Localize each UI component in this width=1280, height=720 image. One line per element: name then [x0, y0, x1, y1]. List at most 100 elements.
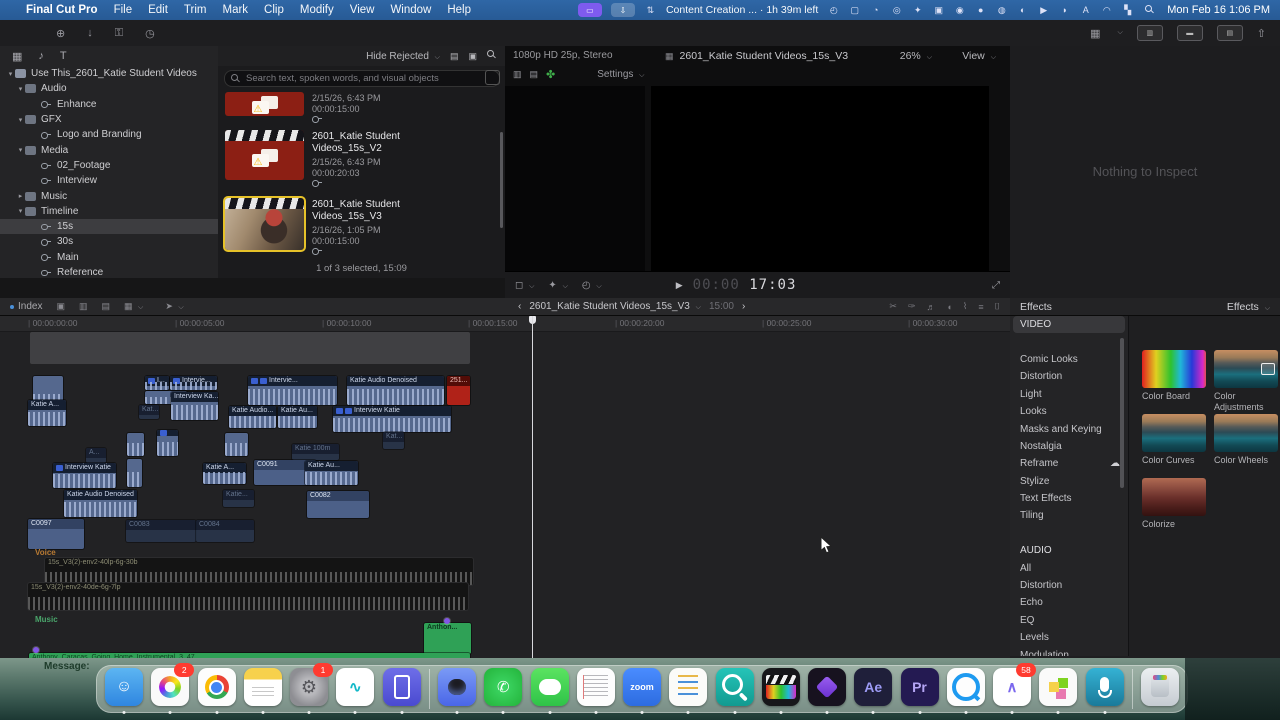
download-icon[interactable]: ↓ — [87, 27, 93, 40]
effects-category-audio[interactable]: AUDIO — [1010, 542, 1128, 559]
dock-app-zoom[interactable]: zoom — [623, 667, 661, 714]
play-button[interactable]: ▶ — [676, 280, 683, 291]
timeline-clip[interactable]: C0082 — [307, 491, 369, 518]
timeline-clip[interactable] — [127, 459, 142, 487]
sidebar-item-interview[interactable]: Interview — [0, 173, 218, 188]
clip-thumbnail[interactable]: ⚠ — [225, 92, 304, 116]
timeline-clip[interactable]: 15s_V3(2)-env2-40de-6g-7lp — [28, 583, 468, 610]
sidebar-item-30s[interactable]: 30s — [0, 234, 218, 249]
stickies-icon[interactable] — [1039, 668, 1078, 706]
freeform-icon[interactable]: ∿ — [336, 668, 375, 706]
dock-app-photos[interactable]: 2 — [151, 663, 195, 714]
menu-mark[interactable]: Mark — [222, 4, 248, 16]
effect-thumbnail[interactable] — [1142, 350, 1206, 388]
status-icon-3[interactable]: ◔ — [869, 4, 882, 17]
effects-category-tiling[interactable]: Tiling — [1010, 507, 1128, 524]
timeline-clip[interactable] — [157, 430, 178, 456]
crop-tool-icon[interactable]: ◻ ⌵ — [515, 280, 534, 291]
chrome-icon[interactable] — [197, 668, 236, 706]
keyword-editor-icon[interactable]: ⚿ — [115, 27, 123, 40]
browser-clip-selected[interactable]: 2601_Katie Student Videos_15s_V3 2/16/26,… — [223, 196, 462, 258]
disclosure-icon[interactable]: ▾ — [16, 146, 25, 154]
inspector-toggle-icon[interactable]: ▤ — [1216, 25, 1243, 41]
timeline-clip[interactable]: Interview Katie — [333, 406, 451, 432]
final-cut-pro-icon[interactable] — [761, 668, 800, 706]
search-app-icon[interactable] — [715, 668, 754, 706]
effect-item-color-wheels[interactable]: Color Wheels — [1214, 414, 1278, 466]
menu-window[interactable]: Window — [390, 4, 431, 16]
timeline-clip[interactable]: Katie Audio Denoised — [64, 490, 137, 517]
whatsapp-icon[interactable]: ✆ — [484, 668, 523, 706]
disclosure-icon[interactable]: ▾ — [16, 85, 25, 93]
effects-category-light[interactable]: Light — [1010, 386, 1128, 403]
dock-app-voice-recorder[interactable] — [1085, 667, 1124, 714]
dock-app-textedit[interactable] — [576, 667, 615, 714]
dock-app-final-cut-pro[interactable] — [761, 667, 800, 714]
connect-edit-icon[interactable]: ▣ — [56, 301, 65, 312]
notes-icon[interactable] — [243, 668, 282, 706]
share-icon[interactable]: ⇧ — [1257, 27, 1266, 40]
dock-app-finder[interactable]: ☺ — [105, 667, 143, 714]
status-icon-4[interactable]: ◎ — [890, 4, 903, 17]
sidebar-item-15s[interactable]: 15s — [0, 218, 218, 235]
dock-app-premiere-pro[interactable]: Pr — [900, 667, 939, 714]
timeline-clip[interactable]: Katie Audio... — [229, 406, 276, 428]
planner-icon[interactable] — [669, 668, 708, 706]
effect-item-colorize[interactable]: Colorize — [1142, 478, 1206, 530]
status-icon-2[interactable]: ▢ — [848, 4, 861, 17]
effect-item-color-curves[interactable]: Color Curves — [1142, 414, 1206, 466]
status-icon-12[interactable]: ◗ — [1058, 4, 1071, 17]
timeline-clip[interactable]: Katie Au... — [305, 461, 358, 485]
timeline-clip[interactable]: Katie Audio Denoised — [347, 376, 444, 405]
effects-audio-category-all[interactable]: All — [1010, 559, 1128, 576]
effects-category-stylize[interactable]: Stylize — [1010, 473, 1128, 490]
skimming-icon[interactable]: ✑ — [908, 301, 916, 312]
motion-icon[interactable] — [808, 668, 846, 706]
appearance-icon[interactable]: ≡ — [978, 302, 983, 312]
status-icon-6[interactable]: ▣ — [932, 4, 945, 17]
timeline-clip[interactable] — [127, 433, 144, 456]
screen-recording-icon[interactable]: ▭ — [577, 3, 602, 17]
playhead[interactable] — [532, 316, 533, 678]
disclosure-icon[interactable]: ▾ — [16, 116, 25, 124]
trash-icon[interactable] — [1141, 668, 1179, 706]
dock-app-stickies[interactable] — [1039, 667, 1078, 714]
effects-category-comic-looks[interactable]: Comic Looks — [1010, 351, 1128, 368]
titles-generators-icon[interactable]: T — [60, 50, 67, 63]
timeline-ruler[interactable]: 00:00:00:00 00:00:05:00 00:00:10:00 00:00:1… — [0, 316, 1010, 332]
media-representation-icon[interactable]: ▦ — [1090, 27, 1100, 40]
dock-app-clickup[interactable]: ∧ 58 — [993, 663, 1036, 714]
menu-modify[interactable]: Modify — [300, 4, 334, 16]
status-icon-10[interactable]: ◐ — [1016, 4, 1029, 17]
control-center-icon[interactable]: ▚ — [1121, 4, 1134, 17]
timeline-clip[interactable]: Interview Ka... — [171, 392, 218, 420]
timeline-gap-block[interactable] — [30, 332, 470, 364]
background-tasks-icon[interactable]: ◷ — [145, 27, 155, 40]
clip-thumbnail[interactable] — [223, 196, 306, 252]
dock-app-assistant[interactable] — [438, 667, 476, 714]
voice-recorder-icon[interactable] — [1085, 668, 1124, 706]
import-media-icon[interactable]: ⊕ — [56, 27, 65, 40]
zoom-icon[interactable]: zoom — [623, 668, 661, 706]
menu-help[interactable]: Help — [447, 4, 471, 16]
display-arrangement-icon[interactable]: ⇩ — [610, 3, 635, 17]
status-icon-5[interactable]: ✦ — [911, 4, 924, 17]
timeline-clip[interactable]: Intervie... — [248, 376, 337, 405]
sidebar-item-02-footage[interactable]: 02_Footage — [0, 158, 218, 173]
insert-edit-icon[interactable]: ▥ — [79, 301, 88, 312]
photos-audio-icon[interactable]: ♪ — [38, 50, 44, 63]
messages-icon[interactable] — [530, 668, 569, 706]
effects-audio-category-modulation[interactable]: Modulation — [1010, 646, 1128, 656]
disclosure-icon[interactable]: ▾ — [6, 70, 15, 78]
timeline-project-title[interactable]: 2601_Katie Student Videos_15s_V3 ⌵ — [529, 301, 701, 312]
clapperboard-icon[interactable]: ▦ — [12, 50, 22, 63]
timeline-clip[interactable]: Katie 100m — [292, 444, 339, 460]
dock-app-notes[interactable] — [243, 667, 282, 714]
sidebar-item-reference[interactable]: Reference — [0, 265, 218, 280]
duplicate-strip-icon[interactable]: ▤ — [530, 69, 539, 80]
sidebar-item-timeline[interactable]: ▾ Timeline — [0, 204, 218, 219]
quicktime-icon[interactable] — [946, 668, 985, 706]
sidebar-item-media[interactable]: ▾ Media — [0, 142, 218, 157]
enhance-clover-icon[interactable]: ✤ — [546, 68, 555, 81]
browser-scrollbar[interactable] — [500, 132, 503, 228]
